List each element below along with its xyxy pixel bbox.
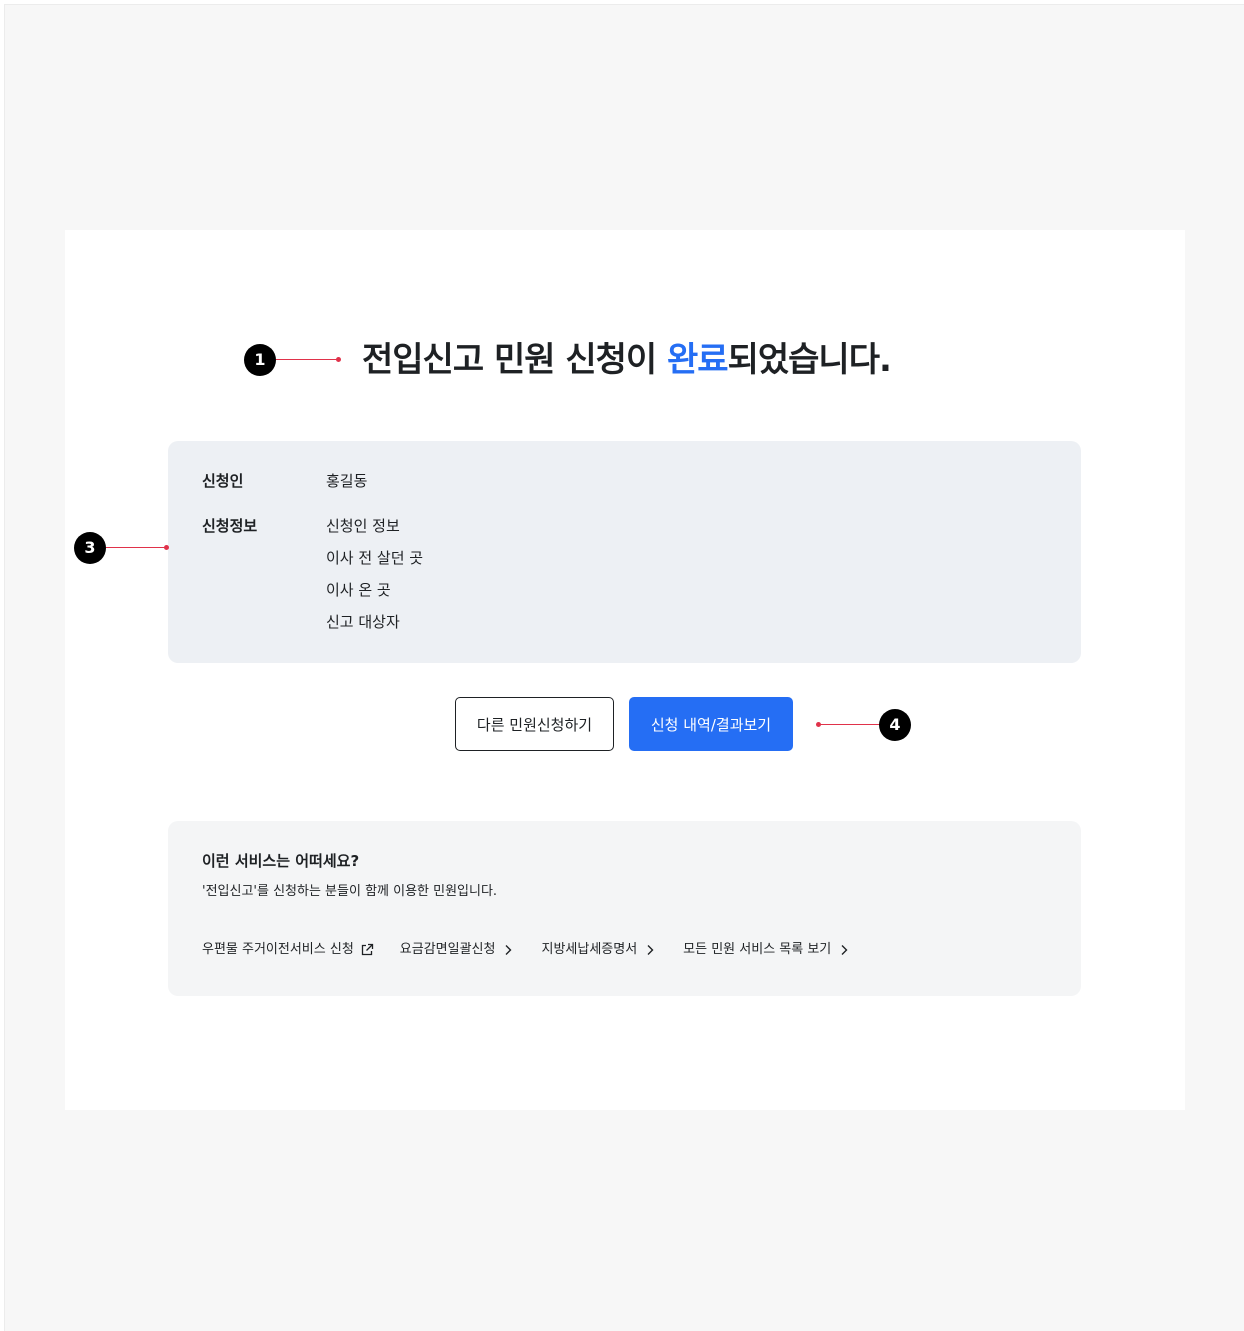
applicant-value: 홍길동 — [326, 472, 368, 490]
link-all-services[interactable]: 모든 민원 서비스 목록 보기 — [683, 940, 851, 960]
link-local-tax-certificate[interactable]: 지방세납세증명서 — [541, 940, 657, 960]
application-info-list: 신청인 정보 이사 전 살던 곳 이사 온 곳 신고 대상자 — [326, 516, 423, 644]
title-prefix: 전입신고 민원 신청이 — [362, 340, 668, 380]
list-item: 이사 온 곳 — [326, 581, 391, 599]
annotation-marker-1: 1 — [244, 344, 276, 376]
link-label: 우편물 주거이전서비스 신청 — [202, 942, 354, 957]
applicant-label: 신청인 — [202, 472, 244, 490]
view-history-button[interactable]: 신청 내역/결과보기 — [629, 697, 793, 751]
link-mail-forwarding[interactable]: 우편물 주거이전서비스 신청 — [202, 940, 374, 960]
annotation-dot-3 — [164, 545, 169, 550]
application-summary: 신청인 홍길동 신청정보 신청인 정보 이사 전 살던 곳 이사 온 곳 신고 … — [168, 441, 1081, 663]
other-application-button[interactable]: 다른 민원신청하기 — [455, 697, 614, 751]
annotation-leader-4 — [818, 724, 880, 725]
annotation-leader-1 — [276, 359, 338, 360]
page-title: 전입신고 민원 신청이 완료되었습니다. — [362, 338, 892, 382]
related-services: 이런 서비스는 어떠세요? '전입신고'를 신청하는 분들이 함께 이용한 민원… — [168, 821, 1081, 996]
title-row: 전입신고 민원 신청이 완료되었습니다. — [0, 338, 1244, 382]
link-fee-reduction[interactable]: 요금감면일괄신청 — [400, 940, 516, 960]
annotation-leader-3 — [106, 547, 168, 548]
link-label: 모든 민원 서비스 목록 보기 — [683, 942, 832, 957]
chevron-right-icon — [505, 945, 512, 955]
chevron-right-icon — [647, 945, 654, 955]
chevron-right-icon — [841, 945, 848, 955]
annotation-dot-1 — [336, 357, 341, 362]
list-item: 신고 대상자 — [326, 613, 400, 631]
annotation-marker-3: 3 — [74, 532, 106, 564]
title-suffix: 되었습니다. — [727, 340, 892, 380]
list-item: 신청인 정보 — [326, 517, 400, 535]
application-info-label: 신청정보 — [202, 517, 258, 535]
external-link-icon — [361, 943, 373, 956]
list-item: 이사 전 살던 곳 — [326, 549, 424, 567]
link-label: 지방세납세증명서 — [541, 942, 638, 957]
link-label: 요금감면일괄신청 — [399, 942, 496, 957]
related-links: 우편물 주거이전서비스 신청 요금감면일괄신청 지방세납세증명서 모든 민원 서… — [202, 940, 851, 960]
related-title: 이런 서비스는 어떠세요? — [202, 852, 360, 870]
related-description: '전입신고'를 신청하는 분들이 함께 이용한 민원입니다. — [202, 884, 498, 899]
annotation-marker-4: 4 — [879, 709, 911, 741]
title-highlight: 완료 — [667, 340, 729, 380]
